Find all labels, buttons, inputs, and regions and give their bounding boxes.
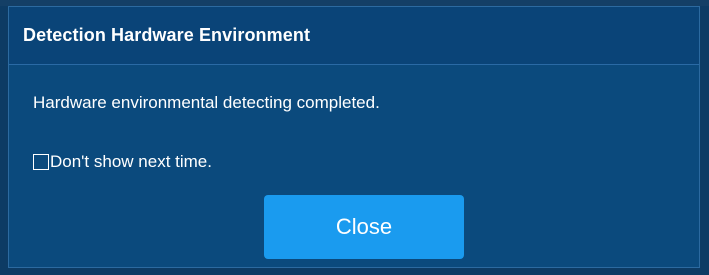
dont-show-checkbox[interactable]	[33, 154, 49, 170]
dialog-title: Detection Hardware Environment	[23, 25, 311, 45]
status-message: Hardware environmental detecting complet…	[33, 93, 380, 112]
close-button[interactable]: Close	[264, 195, 464, 259]
page-background: Detection Hardware Environment Hardware …	[0, 0, 709, 275]
dont-show-option[interactable]: Don't show next time.	[33, 152, 699, 172]
detection-dialog: Detection Hardware Environment Hardware …	[8, 6, 700, 268]
dont-show-label: Don't show next time.	[50, 152, 212, 171]
dialog-header: Detection Hardware Environment	[9, 7, 699, 65]
dialog-body: Hardware environmental detecting complet…	[9, 65, 699, 172]
